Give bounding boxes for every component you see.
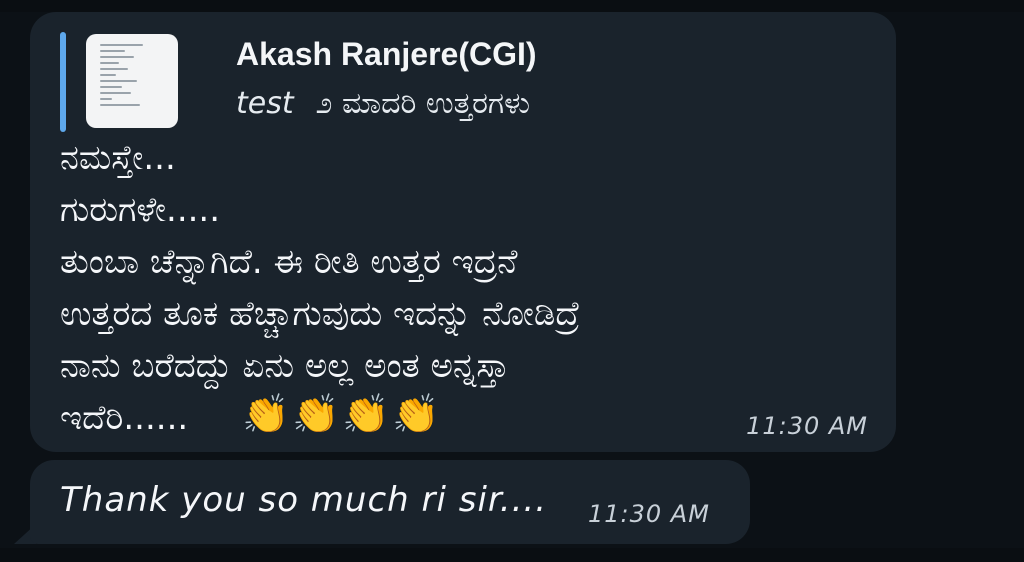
message-timestamp: 11:30 AM [746,412,868,440]
message-timestamp: 11:30 AM [588,500,710,528]
message-text: ನಮಸ್ತೇ... ಗುರುಗಳೇ..... ತುಂಬಾ ಚೆನ್ನಾಗಿದೆ.… [60,138,581,438]
reply-prefix: test [236,86,294,121]
reply-quote[interactable]: Akash Ranjere(CGI) test ೨ ಮಾದರಿ ಉತ್ತರಗಳು [60,32,660,132]
reply-preview: test ೨ ಮಾದರಿ ಉತ್ತರಗಳು [236,86,530,121]
bottom-edge [0,548,1024,562]
reply-preview-text: ೨ ಮಾದರಿ ಉತ್ತರಗಳು [315,86,530,121]
clapping-hands-icon: 👏 [342,392,390,436]
reply-sender-name: Akash Ranjere(CGI) [236,36,537,72]
clapping-hands-icon: 👏 [392,392,440,436]
message-text: Thank you so much ri sir.... [60,480,547,520]
reply-accent-bar [60,32,66,132]
emoji-row: 👏 👏 👏 👏 [242,390,440,442]
document-thumbnail-icon [86,34,178,128]
message-bubble[interactable]: Akash Ranjere(CGI) test ೨ ಮಾದರಿ ಉತ್ತರಗಳು … [30,12,896,452]
clapping-hands-icon: 👏 [292,392,340,436]
top-edge [0,0,1024,12]
clapping-hands-icon: 👏 [242,392,290,436]
message-bubble[interactable]: Thank you so much ri sir.... 11:30 AM [30,460,750,544]
